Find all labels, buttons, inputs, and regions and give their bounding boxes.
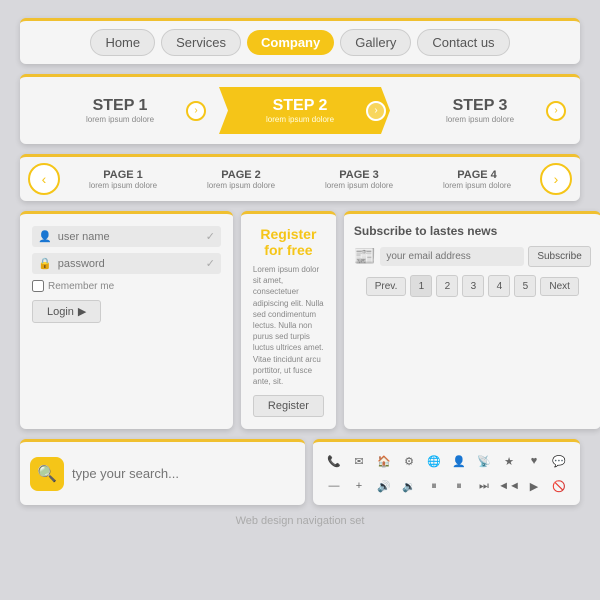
subscribe-button[interactable]: Subscribe bbox=[528, 246, 590, 267]
search-icon: 🔍 bbox=[37, 464, 57, 484]
login-arrow-icon: ▶ bbox=[78, 305, 86, 318]
nav-company[interactable]: Company bbox=[247, 30, 334, 55]
person-icon[interactable]: 👤 bbox=[448, 450, 470, 472]
nav-contact[interactable]: Contact us bbox=[417, 29, 509, 56]
steps-container: STEP 1 lorem ipsum dolore › STEP 2 lorem… bbox=[30, 87, 570, 134]
username-input-row: 👤 ✓ bbox=[32, 226, 221, 247]
middle-row: 👤 ✓ 🔒 ✓ Remember me Login ▶ Register for… bbox=[20, 211, 580, 429]
page-3[interactable]: PAGE 3 lorem ipsum dolore bbox=[325, 169, 393, 190]
login-button[interactable]: Login ▶ bbox=[32, 300, 101, 323]
rss-icon[interactable]: 📡 bbox=[473, 450, 495, 472]
password-check-icon: ✓ bbox=[206, 257, 215, 270]
volume-icon[interactable]: 🔊 bbox=[373, 475, 395, 497]
remember-row: Remember me bbox=[32, 280, 221, 292]
pagination-page-2[interactable]: 2 bbox=[436, 275, 458, 297]
pages-bar: ‹ PAGE 1 lorem ipsum dolore PAGE 2 lorem… bbox=[20, 154, 580, 201]
page-3-desc: lorem ipsum dolore bbox=[325, 181, 393, 190]
chat-icon[interactable]: 💬 bbox=[548, 450, 570, 472]
step-1[interactable]: STEP 1 lorem ipsum dolore › bbox=[30, 87, 210, 134]
equalizer-icon[interactable]: ⏸ bbox=[423, 475, 445, 497]
user-icon: 👤 bbox=[38, 230, 52, 243]
step-1-label: STEP 1 bbox=[93, 97, 148, 115]
nav-services[interactable]: Services bbox=[161, 29, 241, 56]
nav-home[interactable]: Home bbox=[90, 29, 155, 56]
step-3-sub: lorem ipsum dolore bbox=[446, 115, 514, 124]
subscribe-email-input[interactable] bbox=[380, 247, 524, 266]
page-1-label: PAGE 1 bbox=[103, 169, 143, 181]
register-box: Register for free Lorem ipsum dolor sit … bbox=[241, 211, 336, 429]
nav-gallery[interactable]: Gallery bbox=[340, 29, 411, 56]
page-2-desc: lorem ipsum dolore bbox=[207, 181, 275, 190]
news-icon: 📰 bbox=[354, 246, 376, 267]
icons-box: 📞 ✉ 🏠 ⚙ 🌐 👤 📡 ★ ♥ 💬 — + 🔊 🔉 ⏸ ⏸ ⏭ ◄◄ ▶ 🚫 bbox=[313, 439, 580, 505]
page-items: PAGE 1 lorem ipsum dolore PAGE 2 lorem i… bbox=[64, 169, 536, 190]
pagination-next[interactable]: Next bbox=[540, 277, 579, 296]
globe-icon[interactable]: 🌐 bbox=[423, 450, 445, 472]
subscribe-box: Subscribe to lastes news 📰 Subscribe Pre… bbox=[344, 211, 600, 429]
subscribe-title: Subscribe to lastes news bbox=[354, 224, 591, 238]
home-icon[interactable]: 🏠 bbox=[373, 450, 395, 472]
pages-next-btn[interactable]: › bbox=[540, 163, 572, 195]
nav-bar: Home Services Company Gallery Contact us bbox=[20, 18, 580, 64]
password-input[interactable] bbox=[58, 258, 200, 270]
lock-icon: 🔒 bbox=[38, 257, 52, 270]
pause-icon[interactable]: ⏸ bbox=[448, 475, 470, 497]
email-icon[interactable]: ✉ bbox=[348, 450, 370, 472]
register-title: Register for free bbox=[253, 226, 324, 258]
volume-low-icon[interactable]: 🔉 bbox=[398, 475, 420, 497]
page-4-desc: lorem ipsum dolore bbox=[443, 181, 511, 190]
search-box: 🔍 bbox=[20, 439, 305, 505]
pagination-page-3[interactable]: 3 bbox=[462, 275, 484, 297]
step-3-label: STEP 3 bbox=[453, 97, 508, 115]
skip-icon[interactable]: ⏭ bbox=[473, 475, 495, 497]
username-input[interactable] bbox=[58, 231, 200, 243]
ban-icon[interactable]: 🚫 bbox=[548, 475, 570, 497]
play-icon[interactable]: ▶ bbox=[523, 475, 545, 497]
phone-icon[interactable]: 📞 bbox=[323, 450, 345, 472]
page-1-desc: lorem ipsum dolore bbox=[89, 181, 157, 190]
step-2[interactable]: STEP 2 lorem ipsum dolore › bbox=[210, 87, 390, 134]
step-2-arrow: › bbox=[366, 101, 386, 121]
subscribe-row: 📰 Subscribe bbox=[354, 246, 591, 267]
pagination-page-5[interactable]: 5 bbox=[514, 275, 536, 297]
register-button[interactable]: Register bbox=[253, 395, 324, 417]
register-text: Lorem ipsum dolor sit amet, consectetuer… bbox=[253, 264, 324, 387]
search-icon-circle: 🔍 bbox=[30, 457, 64, 491]
icons-grid: 📞 ✉ 🏠 ⚙ 🌐 👤 📡 ★ ♥ 💬 — + 🔊 🔉 ⏸ ⏸ ⏭ ◄◄ ▶ 🚫 bbox=[323, 450, 570, 497]
search-input[interactable] bbox=[72, 466, 295, 481]
step-1-sub: lorem ipsum dolore bbox=[86, 115, 154, 124]
footer-text: Web design navigation set bbox=[236, 515, 365, 527]
minus-icon[interactable]: — bbox=[323, 475, 345, 497]
step-3-arrow: › bbox=[546, 101, 566, 121]
step-2-sub: lorem ipsum dolore bbox=[266, 115, 334, 124]
password-input-row: 🔒 ✓ bbox=[32, 253, 221, 274]
page-2-label: PAGE 2 bbox=[221, 169, 261, 181]
step-3[interactable]: STEP 3 lorem ipsum dolore › bbox=[390, 87, 570, 134]
login-box: 👤 ✓ 🔒 ✓ Remember me Login ▶ bbox=[20, 211, 233, 429]
heart-icon[interactable]: ♥ bbox=[523, 450, 545, 472]
rewind-icon[interactable]: ◄◄ bbox=[498, 475, 520, 497]
pages-prev-btn[interactable]: ‹ bbox=[28, 163, 60, 195]
page-4[interactable]: PAGE 4 lorem ipsum dolore bbox=[443, 169, 511, 190]
pagination-page-1[interactable]: 1 bbox=[410, 275, 432, 297]
plus-icon[interactable]: + bbox=[348, 475, 370, 497]
username-check-icon: ✓ bbox=[206, 230, 215, 243]
remember-checkbox[interactable] bbox=[32, 280, 44, 292]
page-2[interactable]: PAGE 2 lorem ipsum dolore bbox=[207, 169, 275, 190]
page-4-label: PAGE 4 bbox=[457, 169, 497, 181]
steps-bar: STEP 1 lorem ipsum dolore › STEP 2 lorem… bbox=[20, 74, 580, 144]
page-1[interactable]: PAGE 1 lorem ipsum dolore bbox=[89, 169, 157, 190]
pagination-row: Prev. 1 2 3 4 5 Next bbox=[354, 275, 591, 297]
remember-label: Remember me bbox=[48, 281, 114, 292]
star-icon[interactable]: ★ bbox=[498, 450, 520, 472]
pagination-page-4[interactable]: 4 bbox=[488, 275, 510, 297]
gear-icon[interactable]: ⚙ bbox=[398, 450, 420, 472]
bottom-row: 🔍 📞 ✉ 🏠 ⚙ 🌐 👤 📡 ★ ♥ 💬 — + 🔊 🔉 ⏸ ⏸ ⏭ ◄◄ ▶… bbox=[20, 439, 580, 505]
step-2-label: STEP 2 bbox=[273, 97, 328, 115]
pagination-prev[interactable]: Prev. bbox=[366, 277, 407, 296]
page-3-label: PAGE 3 bbox=[339, 169, 379, 181]
step-1-arrow: › bbox=[186, 101, 206, 121]
